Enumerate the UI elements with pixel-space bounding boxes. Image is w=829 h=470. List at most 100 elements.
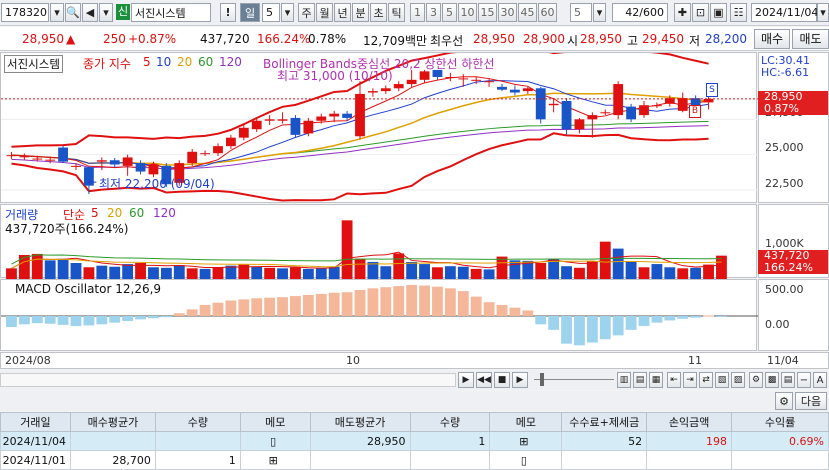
scroll-right-icon[interactable]: ▶ [458,372,474,388]
settings-icon[interactable]: ⚙ [749,372,763,388]
min-5[interactable]: 5 [442,3,457,22]
trading-window: { "toolbar": { "code": "178320", "badge"… [0,0,829,470]
col-sell-avg: 매도평균가 [309,412,411,432]
tool-icon-2[interactable]: ▤ [633,372,647,388]
min-value-field[interactable]: 5 [570,3,592,22]
tool-icon-6[interactable]: ⇄ [699,372,713,388]
open-price: 28,950 [580,32,622,46]
buy-button[interactable]: 매수 [754,29,790,49]
volume-bar [264,267,276,279]
memo-icon[interactable]: ▯ [489,450,563,470]
min-60[interactable]: 60 [538,3,557,22]
timeframe-num-field[interactable]: 5 [262,3,280,22]
sell-button[interactable]: 매도 [792,29,829,49]
min-dropdown-icon[interactable]: ▾ [593,3,606,22]
tool-icon-7[interactable]: ▧ [715,372,729,388]
tool-icon-5[interactable]: ⇥ [683,372,697,388]
macd-bar [651,316,663,323]
macd-axis[interactable]: 500.00 0.00 [758,279,829,351]
min-3[interactable]: 3 [426,3,441,22]
volume-bar [457,266,469,279]
table-row[interactable]: 2024/11/04 ▯ 28,950 1 ⊞ 52 198 0.69% [0,431,829,451]
stop-icon[interactable]: ■ [494,372,510,388]
tool-icon-9[interactable]: ▩ [765,372,779,388]
lock-icon[interactable]: ⊡ [692,3,709,22]
macd-bar [535,316,547,325]
count-field[interactable]: 42/600 [612,3,668,22]
candle-body [96,160,107,162]
volume-chart-panel[interactable]: 거래량 단순 5 20 60 120 437,720주(166.24%) [0,204,757,279]
crosshair-icon[interactable]: ✚ [674,3,691,22]
table-row[interactable]: 2024/11/01 28,700 1 ⊞ ▯ [0,450,829,470]
stock-name-field[interactable]: 서진시스템 [131,3,211,22]
memo-edit-icon[interactable]: ⊞ [239,450,311,470]
memo-icon[interactable]: ▯ [239,431,311,451]
zoom-slider[interactable] [534,379,614,380]
chart-scrollbar[interactable] [0,373,456,387]
tab-month[interactable]: 월 [316,3,333,22]
price-chart-panel[interactable]: 서진시스템 종가 지수 5 10 20 60 120 Bollinger Ban… [0,49,758,203]
next-button[interactable]: 다음 [795,392,827,410]
tool-icon-8[interactable]: ▨ [731,372,745,388]
code-dropdown-icon[interactable]: ▾ [50,3,64,22]
volume-bar [96,265,108,279]
timeframe-day-tab[interactable]: 일 [240,3,260,22]
zoom-slider-handle[interactable] [540,373,544,386]
font-size-icon[interactable]: A [813,372,827,388]
macd-bar [406,284,418,316]
zoom-out-icon[interactable]: − [797,372,811,388]
tool-icon-1[interactable]: ▥ [617,372,631,388]
candle-body [303,120,314,134]
y-tick-25000: 25,000 [765,141,804,154]
macd-bar [470,296,482,316]
min-1[interactable]: 1 [410,3,425,22]
search-icon[interactable]: 🔍 [65,3,81,22]
volume-bar [31,253,43,279]
min-30[interactable]: 30 [498,3,517,22]
tab-tick[interactable]: 틱 [388,3,405,22]
tool-icon-3[interactable]: ▦ [649,372,663,388]
sell-signal-icon[interactable]: S [706,83,718,97]
hc-label: HC:-6.61 [761,66,810,79]
play-icon[interactable]: ▶ [512,372,528,388]
candle-body [535,88,546,120]
gear-icon[interactable]: ⚙ [775,392,793,410]
macd-bar [638,316,650,326]
volume-bar [432,267,443,279]
chart-control-bar: ▶ ◀◀ ■ ▶ ▥ ▤ ▦ ⇤ ⇥ ⇄ ▧ ▨ ⚙ ▩ ▤ − A [0,370,829,390]
tab-year[interactable]: 년 [334,3,351,22]
trade-amount: 12,709백만 [363,34,428,48]
rewind-icon[interactable]: ◀◀ [476,372,492,388]
date-field[interactable]: 2024/11/04 [751,3,818,22]
calendar-icon[interactable]: ☷ [730,3,747,22]
code-input[interactable]: 178320 [1,3,49,22]
macd-bar [716,316,727,317]
alert-button[interactable]: ! [220,3,236,22]
turnover-rate: 0.78% [308,32,347,46]
min-15[interactable]: 15 [478,3,497,22]
tool-icon-10[interactable]: ▤ [781,372,795,388]
min-45[interactable]: 45 [518,3,537,22]
memo-edit-icon[interactable]: ⊞ [489,431,563,451]
ma-period-5: 5 [143,55,151,69]
min-10[interactable]: 10 [458,3,477,22]
candle-body [135,163,146,172]
macd-chart-panel[interactable]: MACD Oscillator 12,26,9 [0,279,758,351]
volume-bar [251,266,263,279]
date-dropdown-icon[interactable]: ▾ [817,3,829,22]
tab-second[interactable]: 초 [370,3,387,22]
best-bid: 28,900 [523,32,565,46]
macd-bar [574,316,585,346]
save-icon[interactable]: ▣ [710,3,727,22]
nav-dropdown-icon[interactable]: ▾ [99,3,113,22]
tool-icon-4[interactable]: ⇤ [667,372,681,388]
timeframe-dropdown-icon[interactable]: ▾ [281,3,294,22]
tab-week[interactable]: 주 [298,3,315,22]
price-axis[interactable]: LC:30.41 HC:-6.61 27,500 25,000 22,500 [758,52,829,203]
macd-bar [612,316,624,336]
speaker-icon[interactable]: ◀ [82,3,98,22]
volume-summary: 437,720주(166.24%) [5,222,129,236]
tab-minute[interactable]: 분 [352,3,369,22]
candle-body [587,115,598,120]
buy-signal-icon[interactable]: B [689,105,701,118]
